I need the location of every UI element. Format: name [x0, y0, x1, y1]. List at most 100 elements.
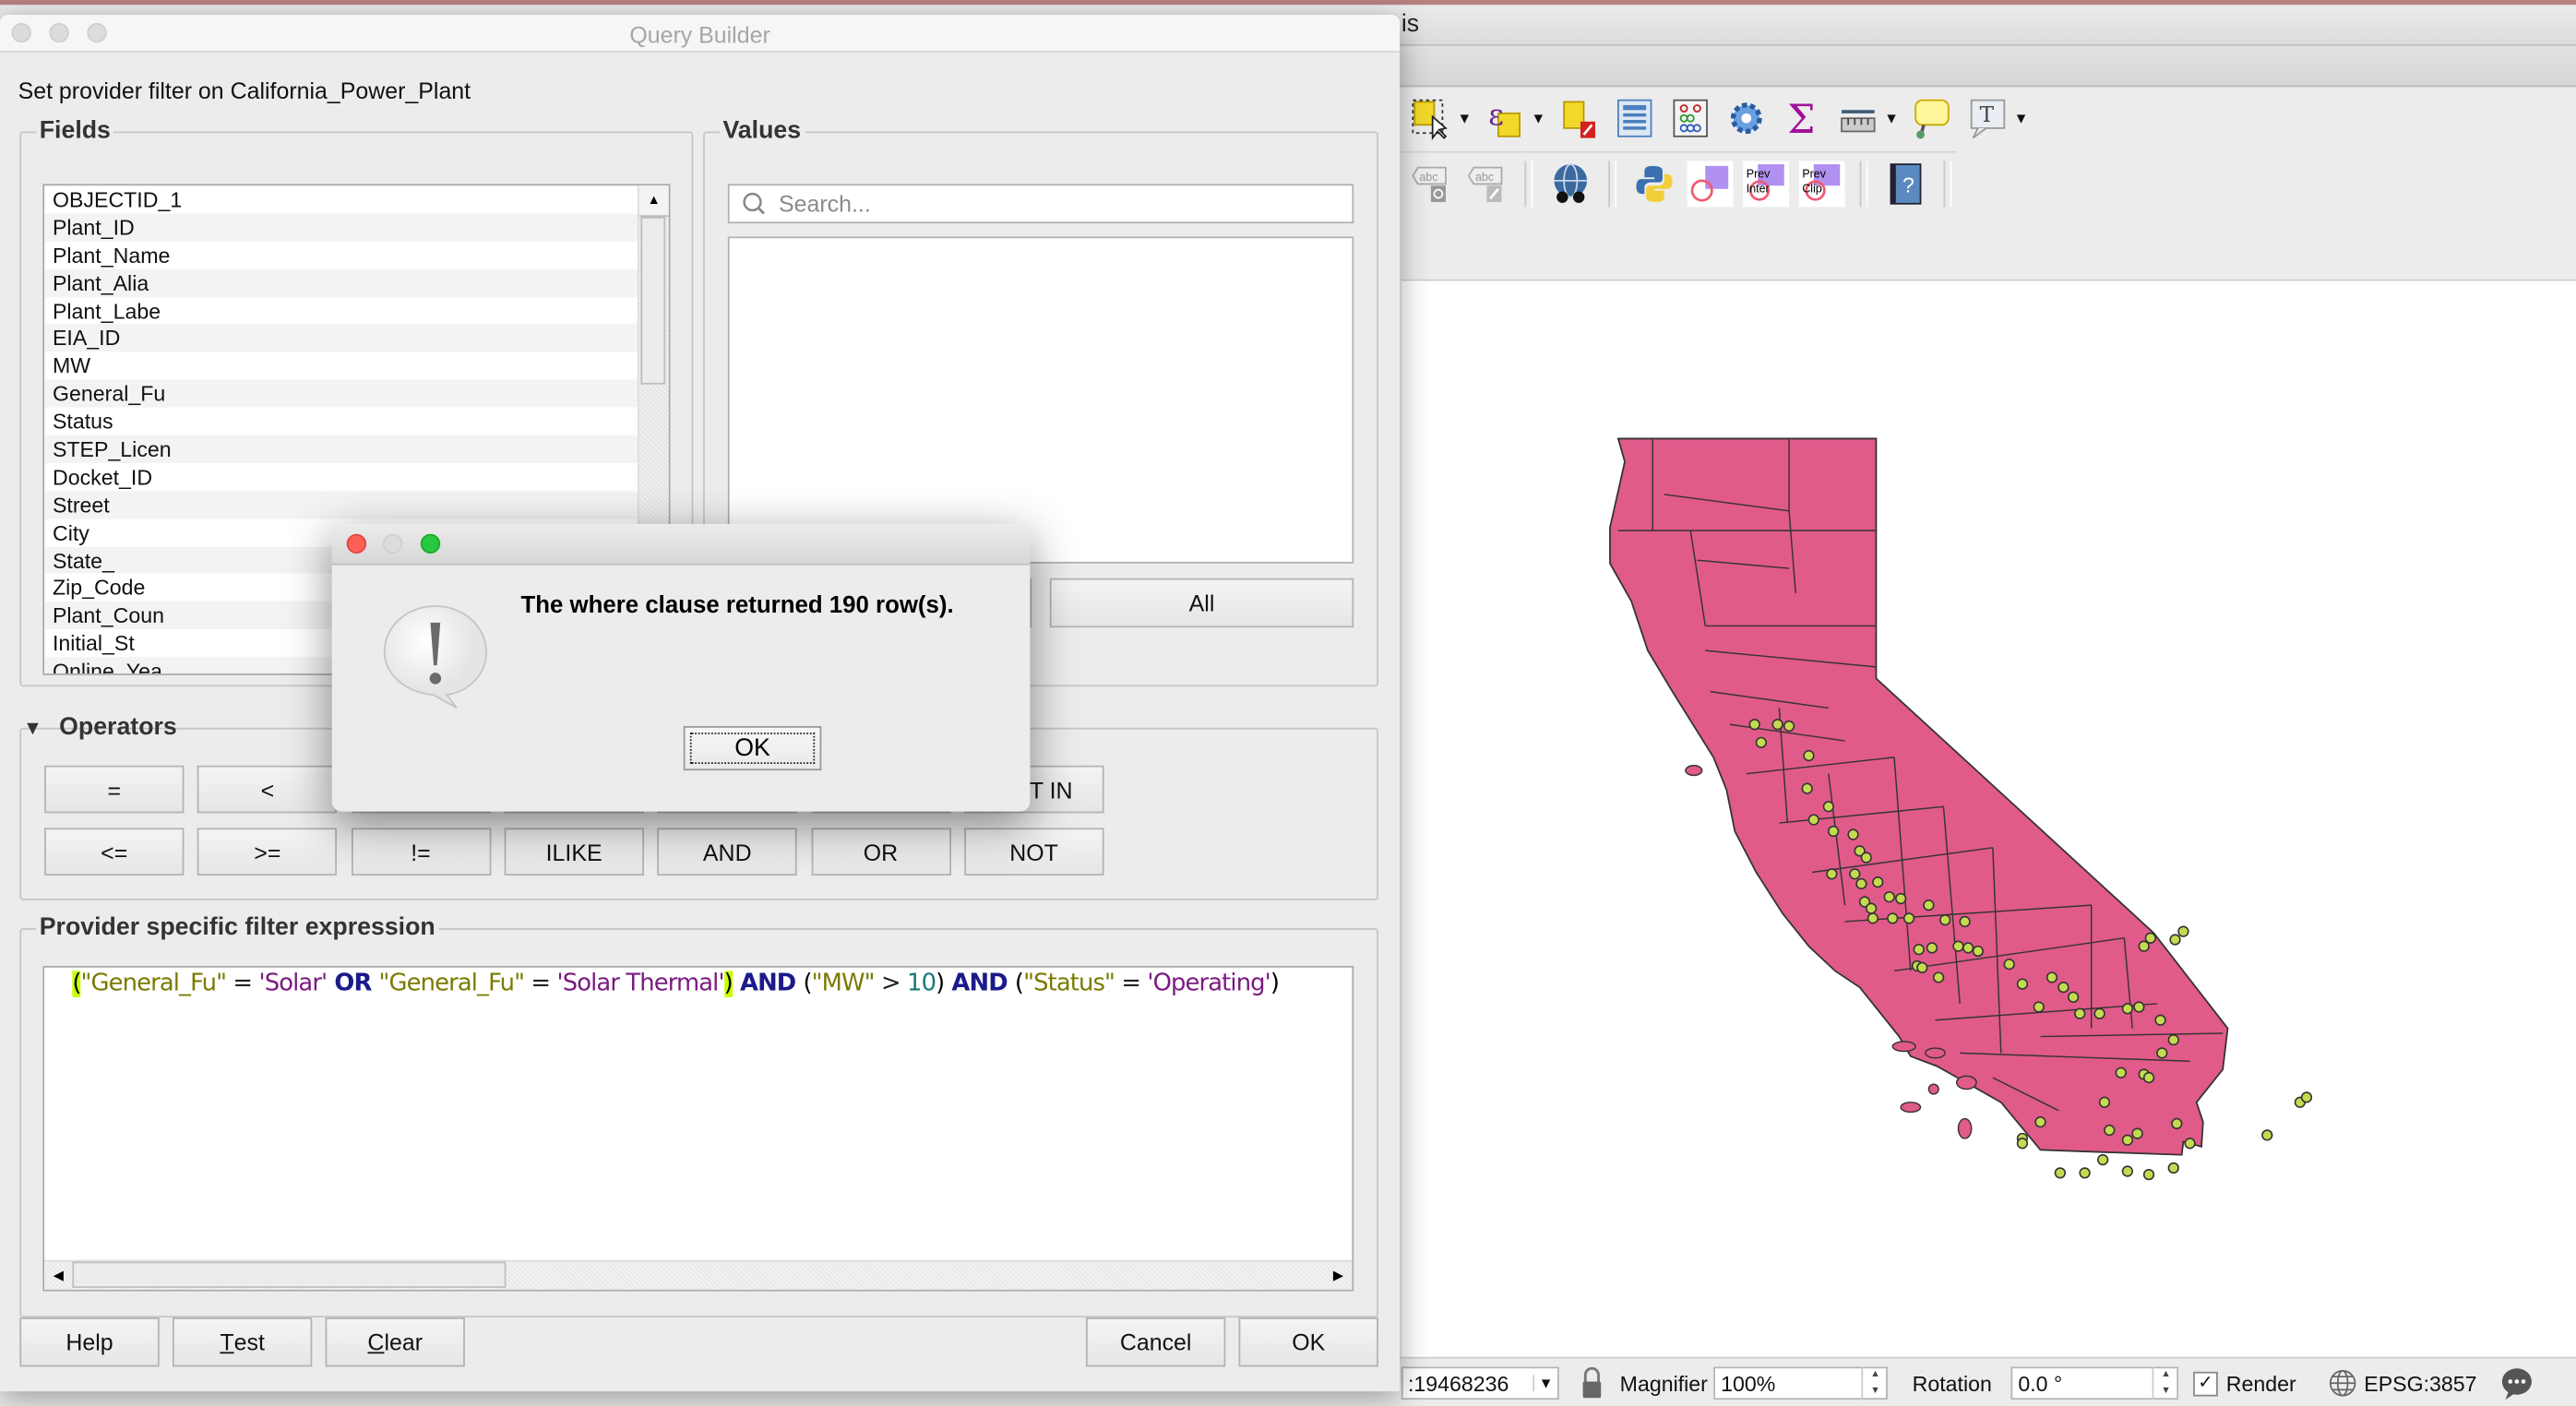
operator-button[interactable]: NOT: [963, 828, 1104, 876]
clipper-button[interactable]: [1687, 161, 1734, 208]
clear-button[interactable]: Clear: [325, 1317, 465, 1367]
processing-toolbox-button[interactable]: [1723, 95, 1770, 141]
magnifier-spinbox[interactable]: 100% ▲ ▼: [1714, 1366, 1889, 1400]
statistical-summary-button[interactable]: Σ: [1779, 95, 1825, 141]
field-list-item[interactable]: MW: [44, 352, 639, 380]
focus-ring: [689, 733, 816, 764]
values-list[interactable]: [727, 236, 1354, 564]
attribute-table-button[interactable]: [1612, 95, 1658, 141]
power-plant-point: [1902, 912, 1915, 924]
ok-button[interactable]: OK: [1238, 1317, 1378, 1367]
python-console-button[interactable]: [1631, 161, 1677, 207]
label-edit-icon: abc: [1467, 166, 1503, 203]
map-canvas[interactable]: [1401, 279, 2576, 1359]
all-button[interactable]: All: [1049, 578, 1354, 628]
field-list-item[interactable]: Docket_ID: [44, 463, 639, 491]
select-dropdown-caret[interactable]: ▼: [1457, 110, 1472, 126]
select-by-expression-button[interactable]: ε: [1482, 95, 1528, 141]
cancel-button[interactable]: Cancel: [1085, 1317, 1226, 1367]
rotation-spinbox[interactable]: 0.0 ° ▲ ▼: [2011, 1366, 2179, 1400]
power-plant-point: [1755, 736, 1767, 748]
test-button-label: est: [233, 1329, 265, 1356]
field-list-item[interactable]: STEP_Licen: [44, 435, 639, 463]
map-tips-button[interactable]: [1909, 95, 1955, 141]
operator-button[interactable]: OR: [810, 828, 951, 876]
operator-button[interactable]: ILIKE: [504, 828, 644, 876]
field-calculator-button[interactable]: [1667, 95, 1713, 141]
label-rotate-button[interactable]: abc: [1408, 161, 1454, 207]
message-ok-button[interactable]: OK: [683, 726, 822, 771]
operator-button[interactable]: <=: [44, 828, 185, 876]
render-label: Render: [2225, 1370, 2296, 1396]
magnifier-label: Magnifier: [1619, 1370, 1708, 1396]
select-features-button[interactable]: [1408, 95, 1454, 141]
filter-expression-editor[interactable]: ("General_Fu" = 'Solar' OR "General_Fu" …: [42, 965, 1354, 1292]
field-list-item[interactable]: Status: [44, 408, 639, 435]
prev-inter-icon: Prev Inter: [1747, 164, 1784, 201]
power-plant-point: [2121, 1134, 2134, 1146]
field-list-item[interactable]: Plant_ID: [44, 213, 639, 242]
measure-dropdown-caret[interactable]: ▼: [1884, 110, 1899, 126]
expression-token: ): [723, 971, 733, 997]
operator-button[interactable]: =: [44, 765, 185, 814]
power-plant-point: [1932, 971, 1945, 983]
toolbar-separator: [1524, 161, 1533, 208]
scroll-up-arrow-icon[interactable]: ▲: [638, 185, 669, 218]
values-search-input[interactable]: [775, 188, 1325, 219]
field-list-item[interactable]: Plant_Name: [44, 241, 639, 268]
collapse-triangle-icon[interactable]: ▼: [23, 716, 42, 739]
values-search-field[interactable]: [727, 184, 1354, 224]
help-button[interactable]: Help: [19, 1317, 160, 1367]
minimize-window-button[interactable]: [382, 533, 403, 554]
field-list-item[interactable]: Plant_Alia: [44, 268, 639, 297]
filter-expression-text[interactable]: ("General_Fu" = 'Solar' OR "General_Fu" …: [72, 971, 1280, 997]
field-list-item[interactable]: General_Fu: [44, 379, 639, 408]
close-window-button[interactable]: [346, 533, 367, 554]
power-plant-point: [1959, 915, 1971, 928]
field-list-item[interactable]: Plant_Labe: [44, 297, 639, 325]
deselect-features-button[interactable]: [1556, 95, 1602, 141]
power-plant-point: [2074, 1007, 2086, 1019]
horizontal-scrollbar-thumb[interactable]: [72, 1261, 507, 1288]
operator-button[interactable]: AND: [657, 828, 797, 876]
svg-text:Prev: Prev: [1802, 167, 1826, 180]
scale-combobox[interactable]: :19468236 ▼: [1401, 1366, 1559, 1400]
field-list-item[interactable]: EIA_ID: [44, 324, 639, 352]
operator-button[interactable]: <: [197, 765, 338, 814]
rotation-stepper[interactable]: ▲ ▼: [2153, 1366, 2177, 1400]
zoom-window-button[interactable]: [420, 533, 441, 554]
lock-scale-button[interactable]: [1580, 1366, 1604, 1400]
power-plant-point: [1771, 719, 1783, 731]
scrollbar-thumb[interactable]: [640, 217, 666, 385]
prev-inter-button[interactable]: Prev Inter: [1743, 161, 1790, 208]
operators-group-title: Operators: [59, 712, 177, 742]
field-list-item[interactable]: OBJECTID_1: [44, 185, 639, 213]
field-list-item[interactable]: Street: [44, 491, 639, 519]
operator-button[interactable]: !=: [351, 828, 491, 876]
power-plant-point: [2177, 925, 2189, 937]
prev-clip-button[interactable]: Prev Clip: [1798, 161, 1845, 208]
scroll-left-arrow-icon[interactable]: ◀: [44, 1262, 72, 1290]
annotation-dropdown-caret[interactable]: ▼: [2014, 110, 2029, 126]
operator-button[interactable]: >=: [197, 828, 338, 876]
render-toggle[interactable]: ✓ Render: [2193, 1366, 2296, 1400]
scroll-right-arrow-icon[interactable]: ▶: [1324, 1262, 1352, 1290]
clear-button-mnemonic: C: [367, 1329, 385, 1356]
magnifier-control: Magnifier 100% ▲ ▼: [1620, 1366, 1889, 1400]
expression-dropdown-caret[interactable]: ▼: [1531, 110, 1545, 126]
label-edit-button[interactable]: abc: [1464, 161, 1510, 207]
message-log-icon: [2501, 1368, 2532, 1400]
expression-horizontal-scrollbar[interactable]: ◀ ▶: [44, 1259, 1353, 1290]
warning-exclamation-icon: [383, 605, 487, 709]
messages-button[interactable]: [2498, 1366, 2534, 1400]
measure-line-button[interactable]: [1835, 95, 1881, 141]
metasearch-button[interactable]: [1547, 161, 1593, 207]
text-annotation-button[interactable]: T: [1964, 95, 2010, 141]
expression-token: 'Operating': [1147, 971, 1270, 997]
crs-button[interactable]: EPSG:3857: [2328, 1366, 2477, 1400]
magnifier-stepper[interactable]: ▲ ▼: [1862, 1366, 1887, 1400]
result-message-box: The where clause returned 190 row(s). OK: [331, 524, 1031, 812]
test-button[interactable]: Test: [172, 1317, 313, 1367]
render-checkbox[interactable]: ✓: [2193, 1370, 2218, 1396]
help-contents-button[interactable]: ?: [1883, 161, 1929, 207]
